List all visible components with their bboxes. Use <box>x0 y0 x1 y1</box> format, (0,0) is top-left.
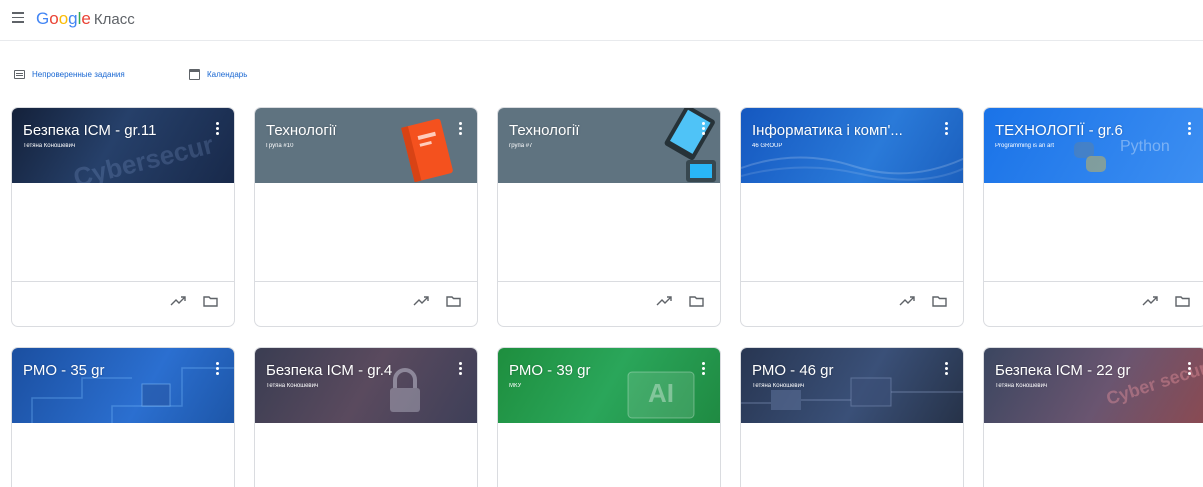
course-section: група #7 <box>509 143 533 149</box>
course-banner: Python ТЕХНОЛОГІЇ - gr.6 Programming is … <box>984 108 1203 183</box>
gradebook-trend-icon[interactable] <box>413 295 429 307</box>
course-card[interactable]: Технології Група #10 <box>254 107 478 327</box>
course-section: Група #10 <box>266 143 294 149</box>
course-banner: Технології група #7 <box>498 108 720 183</box>
more-options-icon[interactable] <box>702 122 706 137</box>
course-title[interactable]: Безпека ІСМ - gr.4 <box>266 362 443 379</box>
card-footer <box>498 281 720 326</box>
more-options-icon[interactable] <box>945 122 949 137</box>
course-banner: Технології Група #10 <box>255 108 477 183</box>
course-card[interactable]: Технології група #7 <box>497 107 721 327</box>
more-options-icon[interactable] <box>459 122 463 137</box>
course-teacher: Тетяна Коношевич <box>995 383 1048 389</box>
to-review-label: Непроверенные задания <box>32 69 125 79</box>
more-options-icon[interactable] <box>459 362 463 377</box>
assignment-icon <box>14 69 25 79</box>
course-teacher: Тетяна Коношевич <box>752 383 805 389</box>
calendar-label: Календарь <box>207 69 248 79</box>
circuit-pattern <box>31 367 234 423</box>
folder-icon[interactable] <box>203 295 218 307</box>
course-title[interactable]: Технології <box>266 122 443 139</box>
course-banner: AI РМО - 39 gr МКУ <box>498 348 720 423</box>
course-banner: Cybersecur Безпека ІСМ - gr.11 Тетяна Ко… <box>12 108 234 183</box>
course-title[interactable]: ТЕХНОЛОГІЇ - gr.6 <box>995 122 1172 139</box>
course-section: МКУ <box>509 383 522 389</box>
main-menu-icon[interactable] <box>12 12 24 24</box>
gradebook-trend-icon[interactable] <box>1142 295 1158 307</box>
course-teacher: Тетяна Коношевич <box>23 143 76 149</box>
more-options-icon[interactable] <box>216 122 220 137</box>
gradebook-trend-icon[interactable] <box>656 295 672 307</box>
card-footer <box>741 281 963 326</box>
card-footer <box>255 281 477 326</box>
banner-security-text: Cyber security <box>1103 351 1203 409</box>
course-banner: РМО - 35 gr <box>12 348 234 423</box>
course-card[interactable]: РМО - 35 gr <box>11 347 235 487</box>
course-title[interactable]: Інформатика і комп'... <box>752 122 929 139</box>
course-title[interactable]: Технології <box>509 122 686 139</box>
calendar-icon <box>189 68 200 80</box>
more-options-icon[interactable] <box>702 362 706 377</box>
course-card[interactable]: РМО - 46 gr Тетяна Коношевич <box>740 347 964 487</box>
course-title[interactable]: Безпека ІСМ - gr.11 <box>23 122 200 139</box>
app-header: Google Класс <box>0 0 1203 41</box>
app-product-name: Класс <box>93 11 135 28</box>
app-logo[interactable]: Google Класс <box>36 9 135 29</box>
course-card[interactable]: AI РМО - 39 gr МКУ <box>497 347 721 487</box>
card-footer <box>984 281 1203 326</box>
course-title[interactable]: РМО - 46 gr <box>752 362 929 379</box>
course-banner: Інформатика і комп'... 46 GROUP <box>741 108 963 183</box>
course-card[interactable]: Інформатика і комп'... 46 GROUP <box>740 107 964 327</box>
course-card[interactable]: Cyber security Безпека ІСМ - 22 gr Тетян… <box>983 347 1203 487</box>
more-options-icon[interactable] <box>216 362 220 377</box>
folder-icon[interactable] <box>1175 295 1190 307</box>
course-teacher: Тетяна Коношевич <box>266 383 319 389</box>
course-banner: Cyber security Безпека ІСМ - 22 gr Тетян… <box>984 348 1203 423</box>
folder-icon[interactable] <box>689 295 704 307</box>
course-banner: Безпека ІСМ - gr.4 Тетяна Коношевич <box>255 348 477 423</box>
card-footer <box>12 281 234 326</box>
folder-icon[interactable] <box>446 295 461 307</box>
course-title[interactable]: РМО - 35 gr <box>23 362 200 379</box>
more-options-icon[interactable] <box>1188 122 1192 137</box>
course-title[interactable]: Безпека ІСМ - 22 gr <box>995 362 1172 379</box>
course-section: Programming is an art <box>995 143 1055 149</box>
to-review-link[interactable]: Непроверенные задания <box>14 67 125 81</box>
folder-icon[interactable] <box>932 295 947 307</box>
course-section: 46 GROUP <box>752 143 783 149</box>
course-card[interactable]: Безпека ІСМ - gr.4 Тетяна Коношевич <box>254 347 478 487</box>
course-card[interactable]: Python ТЕХНОЛОГІЇ - gr.6 Programming is … <box>983 107 1203 327</box>
course-banner: РМО - 46 gr Тетяна Коношевич <box>741 348 963 423</box>
gradebook-trend-icon[interactable] <box>899 295 915 307</box>
more-options-icon[interactable] <box>945 362 949 377</box>
course-title[interactable]: РМО - 39 gr <box>509 362 686 379</box>
course-card[interactable]: Cybersecur Безпека ІСМ - gr.11 Тетяна Ко… <box>11 107 235 327</box>
gradebook-trend-icon[interactable] <box>170 295 186 307</box>
calendar-link[interactable]: Календарь <box>189 67 247 81</box>
more-options-icon[interactable] <box>1188 362 1192 377</box>
